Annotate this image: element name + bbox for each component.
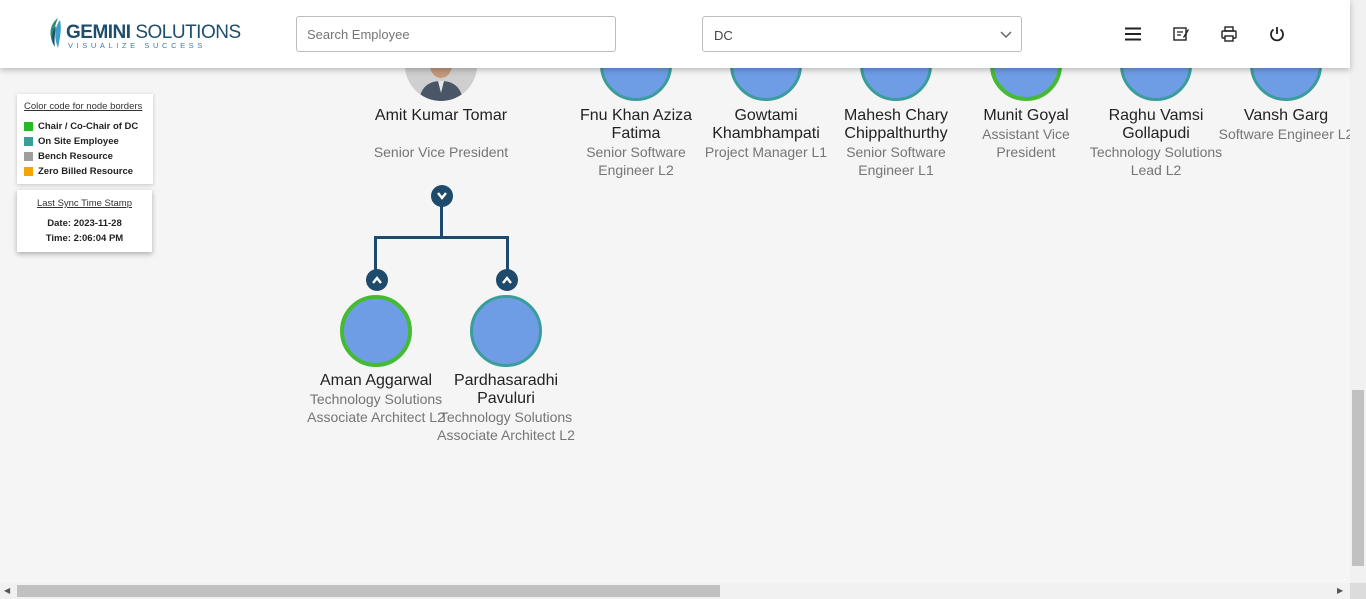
node-name[interactable]: Vansh Garg <box>1216 107 1356 125</box>
node-title: Software Engineer L2 <box>1218 126 1354 142</box>
legend-swatch <box>24 121 33 131</box>
top-header: GEMINI SOLUTIONS VISUALIZE SUCCESS DC <box>0 0 1350 68</box>
scroll-right-arrow-icon[interactable]: ▶ <box>1337 586 1343 595</box>
menu-icon[interactable] <box>1123 24 1143 44</box>
node-name[interactable]: Amit Kumar Tomar <box>371 107 511 125</box>
node-name[interactable]: Fnu Khan Aziza Fatima <box>566 107 706 143</box>
dc-dropdown[interactable]: DC <box>702 16 1022 52</box>
sync-title: Last Sync Time Stamp <box>36 198 133 209</box>
node-title: Technology Solutions Lead L2 <box>1089 144 1223 178</box>
scrollbar-corner <box>1350 583 1366 599</box>
leaf-logo-icon <box>50 18 61 48</box>
node-title: Senior Software Engineer L2 <box>586 144 686 178</box>
chevron-down-icon <box>437 192 447 200</box>
legend-swatch <box>24 151 33 161</box>
legend-item-zero-billed: Zero Billed Resource <box>24 165 133 177</box>
chevron-down-icon <box>1000 31 1012 39</box>
legend-swatch <box>24 166 33 176</box>
tree-connector <box>374 236 509 239</box>
sync-timestamp-card: Last Sync Time Stamp Date: 2023-11-28 Ti… <box>17 190 152 252</box>
notes-icon[interactable] <box>1171 24 1191 44</box>
expand-toggle-button[interactable] <box>366 269 388 291</box>
vertical-scrollbar-thumb[interactable] <box>1352 390 1364 566</box>
tree-connector <box>440 204 443 237</box>
horizontal-scrollbar[interactable]: ◀ ▶ <box>0 583 1350 599</box>
gemini-logo[interactable]: GEMINI SOLUTIONS VISUALIZE SUCCESS <box>46 16 241 52</box>
node-title: Senior Vice President <box>373 144 509 160</box>
search-employee-input[interactable] <box>296 16 616 52</box>
chevron-up-icon <box>502 276 512 284</box>
print-icon[interactable] <box>1219 24 1239 44</box>
collapse-toggle-button[interactable] <box>431 185 453 207</box>
node-title: Assistant Vice President <box>982 126 1070 160</box>
node-name[interactable]: Aman Aggarwal <box>306 372 446 390</box>
node-name[interactable]: Pardhasaradhi Pavuluri <box>436 372 576 408</box>
scroll-left-arrow-icon[interactable]: ◀ <box>4 586 10 595</box>
legend-item-bench: Bench Resource <box>24 150 113 162</box>
power-icon[interactable] <box>1267 24 1287 44</box>
color-legend: Color code for node borders Chair / Co-C… <box>17 94 153 184</box>
node-title: Technology Solutions Associate Architect… <box>437 409 575 443</box>
expand-toggle-button[interactable] <box>496 269 518 291</box>
tree-connector <box>374 236 377 272</box>
employee-avatar[interactable] <box>340 295 412 367</box>
legend-item-chair: Chair / Co-Chair of DC <box>24 120 138 132</box>
node-name[interactable]: Raghu Vamsi Gollapudi <box>1086 107 1226 143</box>
node-title: Project Manager L1 <box>704 144 828 160</box>
node-name[interactable]: Gowtami Khambhampati <box>696 107 836 143</box>
node-name[interactable]: Mahesh Chary Chippalthurthy <box>826 107 966 143</box>
legend-item-onsite: On Site Employee <box>24 135 119 147</box>
vertical-scrollbar[interactable] <box>1350 0 1366 583</box>
node-title: Technology Solutions Associate Architect… <box>307 391 445 425</box>
legend-title: Color code for node borders <box>24 101 143 112</box>
chevron-up-icon <box>372 276 382 284</box>
sync-time: Time: 2:06:04 PM <box>45 233 124 244</box>
node-name[interactable]: Munit Goyal <box>956 107 1096 125</box>
sync-date: Date: 2023-11-28 <box>47 218 122 229</box>
tree-connector <box>506 236 509 272</box>
logo-tagline: VISUALIZE SUCCESS <box>68 41 206 50</box>
dc-selected-value: DC <box>714 28 733 43</box>
horizontal-scrollbar-thumb[interactable] <box>17 585 720 597</box>
legend-swatch <box>24 136 33 146</box>
employee-avatar[interactable] <box>470 295 542 367</box>
node-title: Senior Software Engineer L1 <box>846 144 946 178</box>
